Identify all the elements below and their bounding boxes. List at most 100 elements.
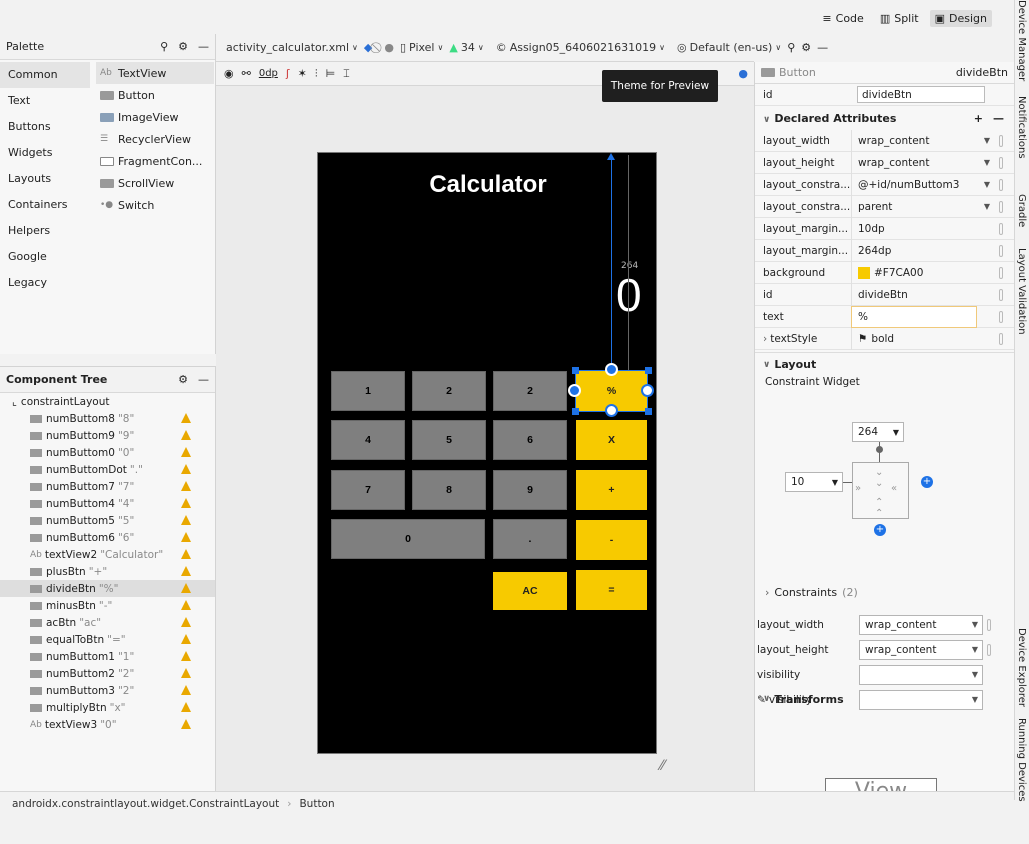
resize-handle[interactable] — [572, 367, 579, 374]
tool-gradle[interactable]: Gradle — [1016, 194, 1027, 227]
resource-picker-icon[interactable] — [999, 332, 1003, 345]
attr-value[interactable]: @+id/numButtom3 — [851, 173, 977, 196]
tree-row[interactable]: numButtom6 "6" — [0, 529, 215, 546]
warning-icon[interactable] — [181, 549, 191, 559]
minimize-icon[interactable]: — — [198, 373, 209, 386]
layout-attr-select[interactable]: ▼ — [859, 664, 983, 685]
palette-item-textview[interactable]: Ab TextView — [96, 62, 214, 84]
warning-icon[interactable] — [181, 583, 191, 593]
right-anchor-handle[interactable] — [641, 384, 654, 397]
resource-picker-icon[interactable] — [999, 310, 1003, 323]
resize-handle[interactable] — [645, 367, 652, 374]
palette-category-widgets[interactable]: Widgets — [0, 140, 90, 166]
id-field[interactable]: divideBtn — [857, 86, 985, 103]
search-icon[interactable]: ⚲ — [787, 41, 795, 54]
warning-icon[interactable] — [181, 685, 191, 695]
palette-item-button[interactable]: Button — [96, 84, 214, 106]
left-anchor-handle[interactable] — [568, 384, 581, 397]
dropdown-icon[interactable]: ▼ — [977, 202, 997, 211]
attr-value[interactable]: #F7CA00 — [851, 261, 977, 284]
pack-icon[interactable]: ⫶ — [315, 67, 318, 81]
attr-value[interactable]: ⚑ bold — [851, 327, 977, 350]
dropdown-icon[interactable]: ▼ — [977, 136, 997, 145]
gear-icon[interactable]: ⚙ — [178, 373, 188, 386]
warning-icon[interactable] — [181, 481, 191, 491]
split-view-button[interactable]: ▥ Split — [875, 10, 924, 27]
palette-category-legacy[interactable]: Legacy — [0, 270, 90, 296]
key-2[interactable]: 2 — [412, 371, 486, 411]
guidelines-icon[interactable]: ⌶ — [343, 67, 350, 81]
key-7[interactable]: 7 — [331, 470, 405, 510]
palette-item-fragmentcontainer[interactable]: FragmentCon... — [96, 150, 214, 172]
warning-icon[interactable] — [181, 600, 191, 610]
resource-picker-icon[interactable] — [999, 134, 1003, 147]
infer-constraints-icon[interactable]: ✶ — [298, 67, 307, 80]
key-equals[interactable]: = — [576, 570, 647, 610]
palette-category-google[interactable]: Google — [0, 244, 90, 270]
resource-picker-icon[interactable] — [999, 266, 1003, 279]
help-icon[interactable]: ● — [738, 67, 748, 80]
bottom-anchor-handle[interactable] — [605, 404, 618, 417]
constraint-widget-box[interactable]: ⌄ ⌄ » « ⌃ ⌃ — [852, 462, 909, 519]
palette-category-layouts[interactable]: Layouts — [0, 166, 90, 192]
gear-icon[interactable]: ⚙ — [801, 41, 811, 54]
declared-attributes-header[interactable]: ∨ Declared Attributes + — — [755, 106, 1014, 130]
left-margin-field[interactable]: 10 ▼ — [785, 472, 843, 492]
resource-picker-icon[interactable] — [999, 288, 1003, 301]
tree-row[interactable]: minusBtn "-" — [0, 597, 215, 614]
palette-category-helpers[interactable]: Helpers — [0, 218, 90, 244]
key-dot[interactable]: . — [493, 519, 567, 559]
attr-value[interactable]: % — [851, 305, 977, 328]
design-view-button[interactable]: ▣ Design — [929, 10, 992, 27]
warning-icon[interactable] — [181, 634, 191, 644]
night-mode-icon[interactable]: ● — [384, 41, 394, 54]
palette-category-buttons[interactable]: Buttons — [0, 114, 90, 140]
key-0[interactable]: 0 — [331, 519, 485, 559]
palette-category-text[interactable]: Text — [0, 88, 90, 114]
tool-layout-validation[interactable]: Layout Validation — [1016, 248, 1027, 335]
phone-preview[interactable]: Calculator 264 0 1 2 2 % 4 5 6 X 7 8 9 +… — [317, 152, 657, 754]
tree-row[interactable]: plusBtn "+" — [0, 563, 215, 580]
key-8[interactable]: 8 — [412, 470, 486, 510]
resize-handle[interactable] — [645, 408, 652, 415]
key-1[interactable]: 1 — [331, 371, 405, 411]
tree-row[interactable]: divideBtn "%" — [0, 580, 215, 597]
search-icon[interactable]: ⚲ — [160, 40, 168, 53]
tree-root[interactable]: ⌞ constraintLayout — [0, 393, 215, 410]
transforms-section-header[interactable]: ∨ Transforms — [755, 687, 1005, 711]
status-path[interactable]: androidx.constraintlayout.widget.Constra… — [12, 798, 279, 810]
tree-row[interactable]: numButtomDot "." — [0, 461, 215, 478]
layout-attr-select[interactable]: wrap_content ▼ — [859, 639, 983, 660]
minimize-icon[interactable]: — — [817, 41, 828, 54]
tool-device-explorer[interactable]: Device Explorer — [1016, 628, 1027, 707]
key-9[interactable]: 9 — [493, 470, 567, 510]
key-minus[interactable]: - — [576, 520, 647, 560]
tree-row[interactable]: numButtom9 "9" — [0, 427, 215, 444]
top-margin-field[interactable]: 264 ▼ — [852, 422, 904, 442]
dropdown-icon[interactable]: ▼ — [977, 180, 997, 189]
view-options-icon[interactable]: ◉ — [224, 67, 234, 80]
api-selector[interactable]: ▲ 34 ∨ — [449, 41, 483, 54]
key-3[interactable]: 2 — [493, 371, 567, 411]
constraints-row[interactable]: › Constraints (2) — [765, 586, 858, 599]
tree-row[interactable]: numButtom1 "1" — [0, 648, 215, 665]
resource-picker-icon[interactable] — [999, 178, 1003, 191]
tree-row[interactable]: Ab textView3 "0" — [0, 716, 215, 733]
warning-icon[interactable] — [181, 498, 191, 508]
attr-value[interactable]: 10dp — [851, 217, 977, 240]
tree-row[interactable]: acBtn "ac" — [0, 614, 215, 631]
palette-item-recyclerview[interactable]: ☰ RecyclerView — [96, 128, 214, 150]
tool-device-manager[interactable]: Device Manager — [1016, 0, 1027, 81]
attr-value[interactable]: 264dp — [851, 239, 977, 262]
palette-category-containers[interactable]: Containers — [0, 192, 90, 218]
attr-value[interactable]: parent — [851, 195, 977, 218]
tree-row[interactable]: numButtom0 "0" — [0, 444, 215, 461]
attr-value[interactable]: wrap_content — [851, 129, 977, 152]
warning-icon[interactable] — [181, 617, 191, 627]
key-4[interactable]: 4 — [331, 420, 405, 460]
warning-icon[interactable] — [181, 651, 191, 661]
palette-item-switch[interactable]: •● Switch — [96, 194, 214, 216]
resize-handle[interactable] — [572, 408, 579, 415]
default-margin-button[interactable]: 0dp — [259, 68, 278, 79]
tree-row[interactable]: Ab textView2 "Calculator" — [0, 546, 215, 563]
